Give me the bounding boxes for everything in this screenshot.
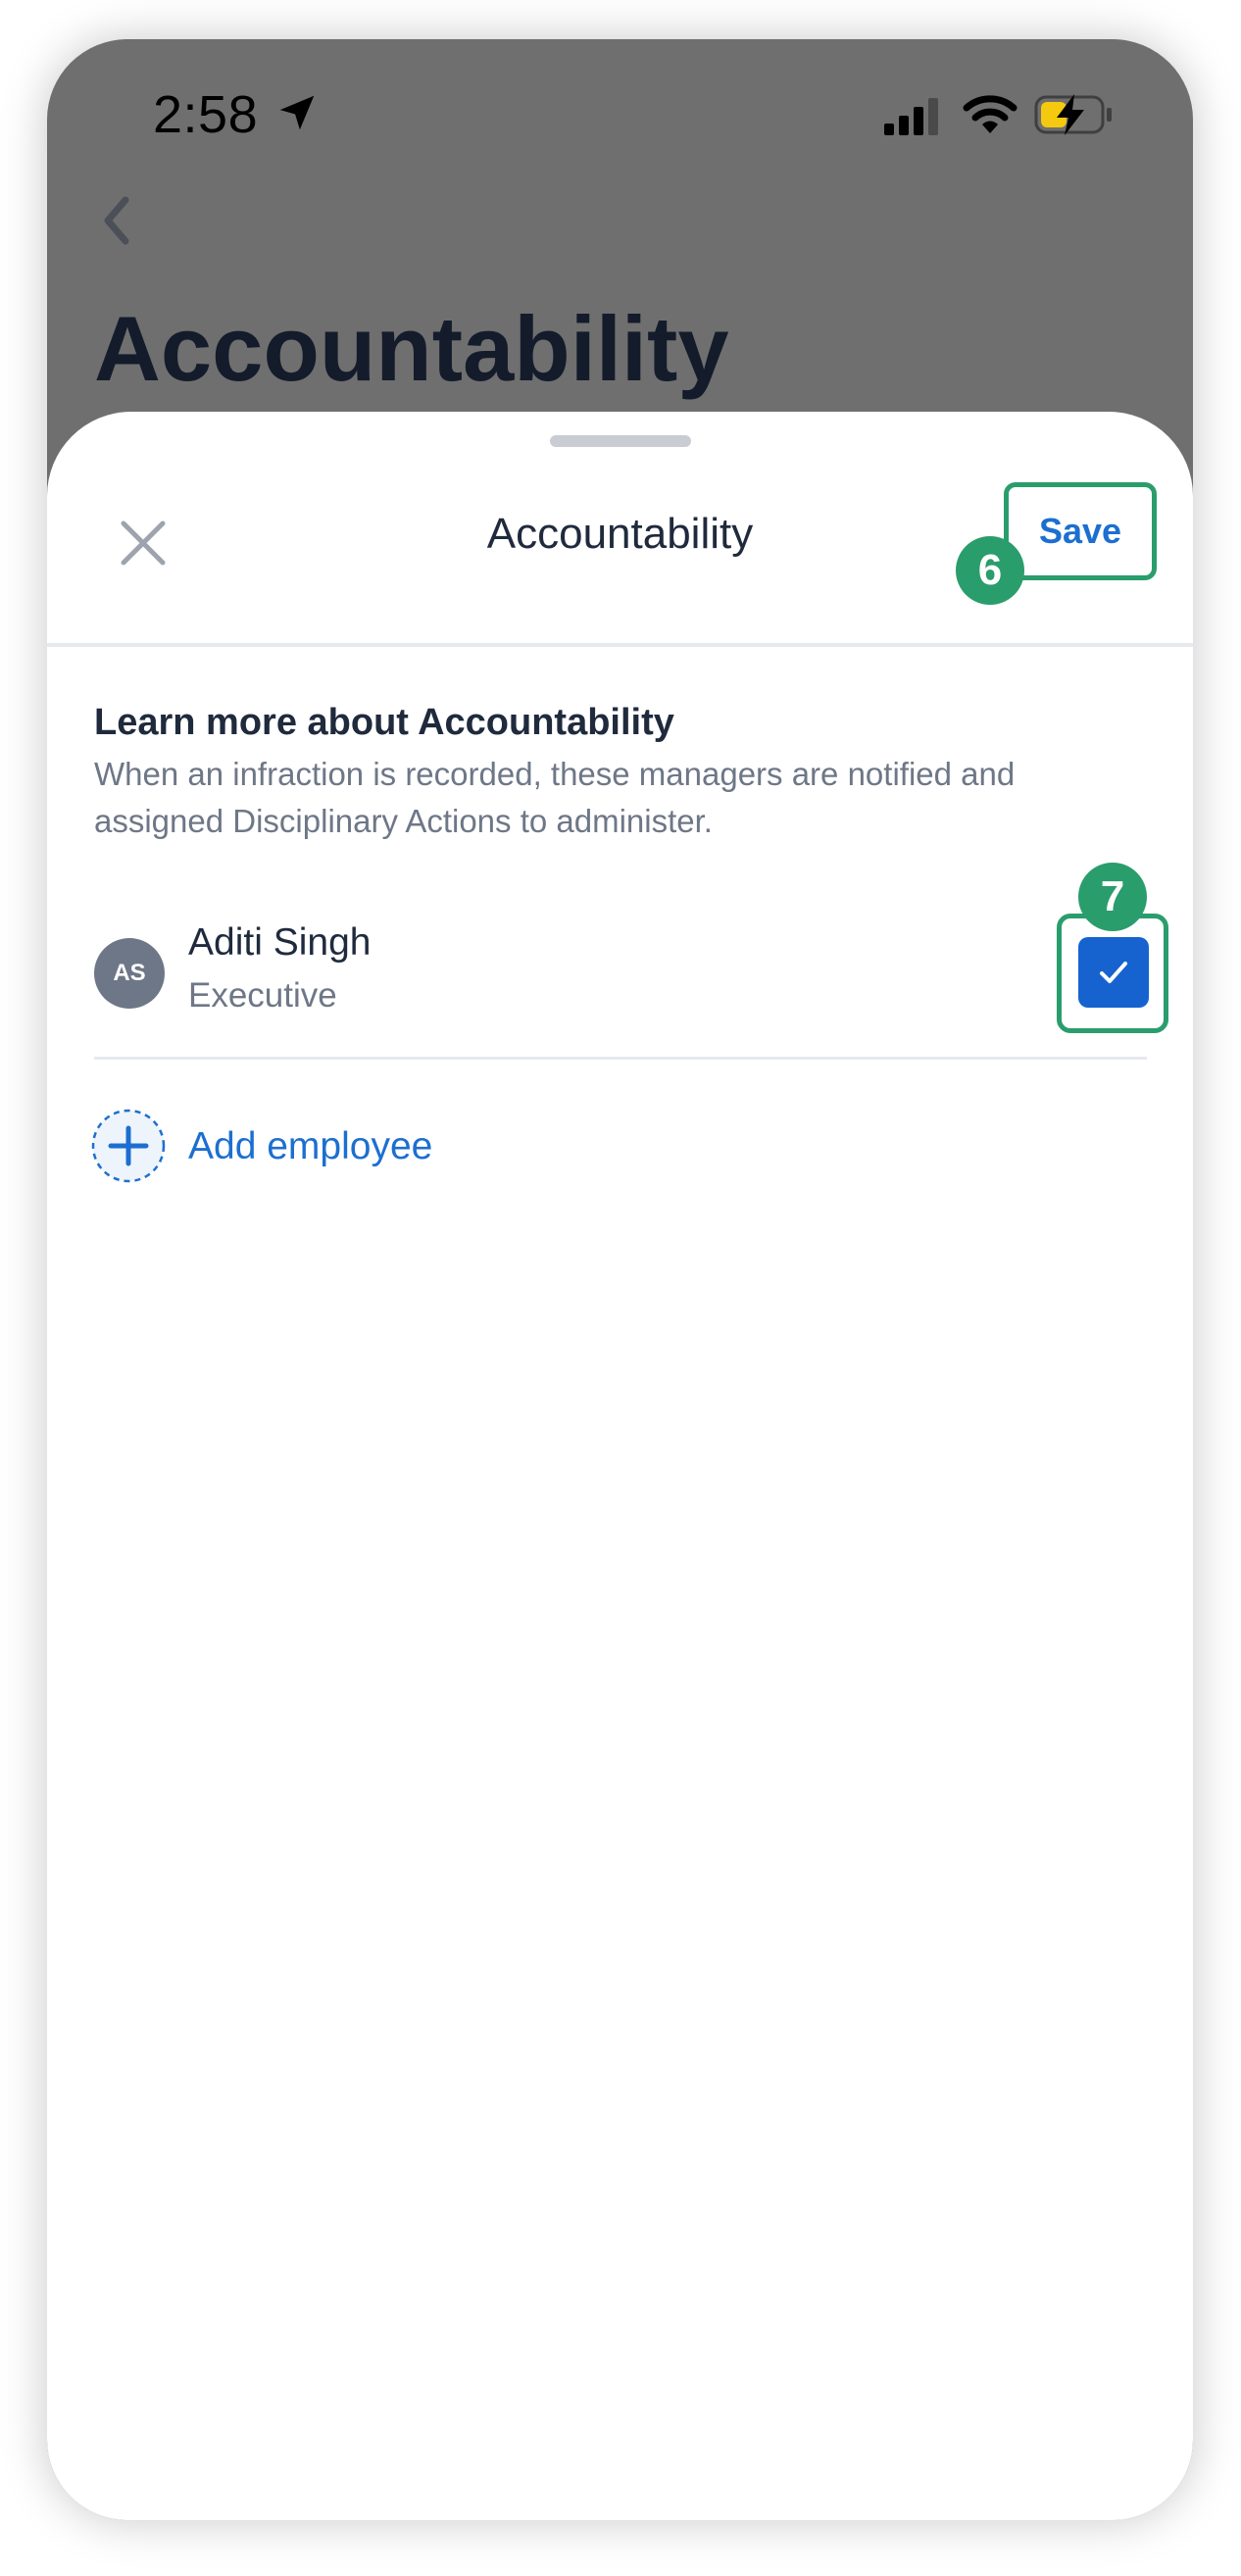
save-button[interactable]: Save — [1004, 482, 1157, 580]
add-employee-label: Add employee — [188, 1125, 433, 1167]
annotation-badge-checkbox: 7 — [1078, 863, 1147, 931]
avatar: AS — [94, 938, 165, 1009]
checkmark-icon — [1100, 962, 1127, 983]
annotation-badge-save: 6 — [956, 536, 1024, 605]
employee-row[interactable]: AS Aditi Singh Executive — [94, 894, 1147, 1041]
add-circle-icon — [91, 1109, 166, 1183]
save-button-label: Save — [1038, 511, 1122, 551]
signal-icon — [884, 98, 938, 135]
phone-screen: 2:58 Accountability Accountability Save … — [47, 39, 1193, 2520]
info-title[interactable]: Learn more about Accountability — [94, 702, 674, 744]
row-divider — [94, 1057, 1147, 1060]
employee-name: Aditi Singh — [188, 921, 372, 964]
status-bar: 2:58 — [47, 39, 1193, 176]
background-page-title: Accountability — [94, 297, 729, 400]
battery-charging-icon — [1034, 94, 1112, 135]
sheet-grabber[interactable] — [550, 435, 691, 447]
employee-role: Executive — [188, 976, 337, 1015]
status-time: 2:58 — [153, 85, 259, 144]
back-chevron-icon[interactable] — [98, 194, 133, 247]
add-employee-button[interactable]: Add employee — [90, 1104, 600, 1186]
location-arrow-icon — [279, 95, 315, 130]
info-description: When an infraction is recorded, these ma… — [94, 756, 1016, 839]
header-divider — [47, 643, 1193, 647]
employee-checkbox[interactable] — [1078, 937, 1149, 1008]
bottom-sheet: Accountability Save 6 Learn more about A… — [47, 412, 1193, 2520]
wifi-icon — [963, 95, 1018, 133]
